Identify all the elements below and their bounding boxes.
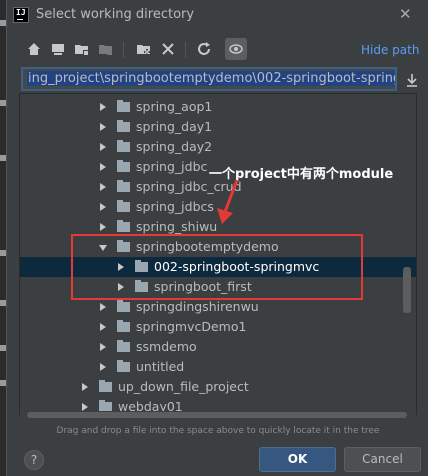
- tree-row-label: springmvcDemo1: [136, 319, 247, 334]
- folder-icon: [117, 340, 130, 352]
- path-field[interactable]: ing_project\springbootemptydemo\002-spri…: [21, 67, 397, 91]
- tree-row-label: spring_jdbc: [136, 159, 208, 174]
- tree-row[interactable]: ssmdemo: [20, 337, 416, 357]
- folder-icon: [135, 280, 148, 292]
- tree-row[interactable]: untitled: [20, 357, 416, 377]
- expand-arrow-icon[interactable]: [100, 203, 106, 211]
- expand-arrow-icon[interactable]: [118, 283, 124, 291]
- expand-arrow-icon[interactable]: [82, 383, 88, 391]
- expand-arrow-icon[interactable]: [82, 403, 88, 411]
- folder-icon: [117, 160, 130, 172]
- tree-row-label: spring_day2: [136, 139, 213, 154]
- refresh-icon[interactable]: [195, 40, 213, 58]
- project-folder-icon[interactable]: [73, 40, 91, 58]
- folder-icon: [99, 380, 112, 392]
- toolbar-separator: [185, 42, 186, 58]
- help-button[interactable]: ?: [24, 450, 44, 470]
- folder-icon: [117, 140, 130, 152]
- collapse-arrow-icon[interactable]: [99, 245, 107, 251]
- tree-row[interactable]: up_down_file_project: [20, 377, 416, 397]
- tree-row[interactable]: spring_aop1: [20, 97, 416, 117]
- expand-arrow-icon[interactable]: [100, 303, 106, 311]
- tree-row-label: spring_shiwu: [136, 219, 218, 234]
- horizontal-scrollbar[interactable]: [27, 412, 407, 418]
- tree-row[interactable]: springmvcDemo1: [20, 317, 416, 337]
- module-folder-icon[interactable]: [97, 40, 115, 58]
- show-hidden-icon[interactable]: [225, 38, 247, 60]
- folder-icon: [117, 100, 130, 112]
- folder-icon: [117, 300, 130, 312]
- tree-row-label: spring_aop1: [136, 99, 213, 114]
- expand-arrow-icon[interactable]: [100, 323, 106, 331]
- cancel-button[interactable]: Cancel: [344, 447, 421, 472]
- new-folder-icon[interactable]: [135, 40, 153, 58]
- expand-arrow-icon[interactable]: [100, 223, 106, 231]
- folder-icon: [117, 200, 130, 212]
- select-directory-dialog: IJ Select working directory ✕ Hide path …: [6, 0, 428, 476]
- folder-icon: [117, 360, 130, 372]
- tree-row[interactable]: springdingshirenwu: [20, 297, 416, 317]
- expand-arrow-icon[interactable]: [100, 363, 106, 371]
- drag-drop-hint: Drag and drop a file into the space abov…: [56, 426, 380, 436]
- expand-arrow-icon[interactable]: [118, 263, 124, 271]
- path-value: ing_project\springbootemptydemo\002-spri…: [27, 71, 395, 86]
- expand-arrow-icon[interactable]: [100, 183, 106, 191]
- download-icon[interactable]: [405, 72, 419, 87]
- folder-icon: [117, 180, 130, 192]
- folder-icon: [117, 120, 130, 132]
- title-bar: IJ Select working directory ✕: [7, 0, 428, 31]
- tree-row[interactable]: spring_day1: [20, 117, 416, 137]
- intellij-app-icon: IJ: [13, 7, 29, 23]
- tree-row-label: spring_day1: [136, 119, 213, 134]
- expand-arrow-icon[interactable]: [100, 103, 106, 111]
- tree-row-label: up_down_file_project: [118, 379, 249, 394]
- home-icon[interactable]: [25, 40, 43, 58]
- expand-arrow-icon[interactable]: [100, 163, 106, 171]
- ok-button[interactable]: OK: [259, 447, 336, 472]
- tree-row-selected[interactable]: 002-springboot-springmvc: [20, 257, 416, 277]
- window-title: Select working directory: [36, 7, 195, 22]
- tree-row[interactable]: springboot_first: [20, 277, 416, 297]
- expand-arrow-icon[interactable]: [100, 143, 106, 151]
- tree-row-label: springdingshirenwu: [136, 299, 259, 314]
- hide-path-link[interactable]: Hide path: [361, 43, 419, 57]
- tree-row-label: spring_jdbcs: [136, 199, 214, 214]
- tree-row-label: ssmdemo: [136, 339, 197, 354]
- tree-row-label: 002-springboot-springmvc: [154, 259, 320, 274]
- tree-row-label: untitled: [136, 359, 185, 374]
- annotation-arrow-icon: [217, 179, 239, 224]
- expand-arrow-icon[interactable]: [100, 343, 106, 351]
- app-icon-text: IJ: [16, 8, 26, 17]
- directory-tree[interactable]: spring_aop1 spring_day1 spring_day2 spri…: [19, 93, 417, 415]
- folder-icon: [117, 220, 130, 232]
- delete-icon[interactable]: [159, 40, 177, 58]
- folder-icon: [117, 240, 130, 252]
- tree-row[interactable]: springbootemptydemo: [20, 237, 416, 257]
- desktop-icon[interactable]: [49, 40, 67, 58]
- close-icon[interactable]: ✕: [399, 5, 412, 23]
- vertical-scrollbar[interactable]: [403, 267, 411, 313]
- tree-row[interactable]: spring_day2: [20, 137, 416, 157]
- tree-row-label: springboot_first: [154, 279, 252, 294]
- tree-row-label: springbootemptydemo: [136, 239, 279, 254]
- toolbar-separator: [123, 42, 124, 58]
- expand-arrow-icon[interactable]: [100, 123, 106, 131]
- folder-icon: [135, 260, 148, 272]
- folder-icon: [117, 320, 130, 332]
